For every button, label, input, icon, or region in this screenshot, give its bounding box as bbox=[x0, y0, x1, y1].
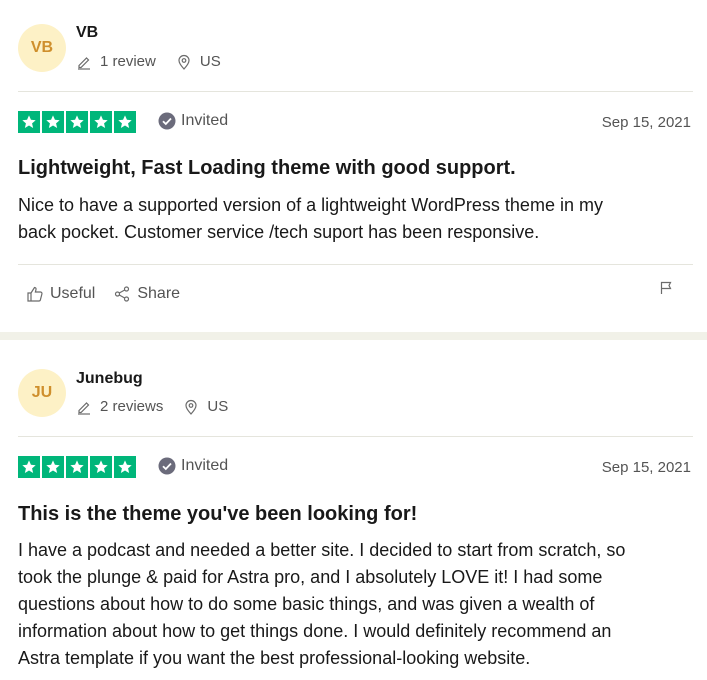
review-count: 1 review bbox=[100, 53, 156, 70]
avatar[interactable]: VB bbox=[18, 24, 66, 72]
review-body: I have a podcast and needed a better sit… bbox=[18, 537, 693, 672]
invited-badge[interactable]: Invited bbox=[158, 457, 228, 475]
avatar[interactable]: JU bbox=[18, 369, 66, 417]
review-date: Sep 15, 2021 bbox=[601, 459, 691, 476]
star-icon bbox=[114, 111, 136, 133]
review-body: Nice to have a supported version of a li… bbox=[18, 192, 693, 246]
review-title[interactable]: This is the theme you've been looking fo… bbox=[18, 503, 417, 526]
review-body-line: Astra template if you want the best prof… bbox=[18, 648, 531, 668]
review-body-line: Nice to have a supported version of a li… bbox=[18, 195, 603, 215]
check-circle-icon bbox=[158, 112, 176, 130]
card-separator bbox=[0, 332, 707, 340]
share-label: Share bbox=[137, 285, 181, 302]
review-body-line: information about how to get things done… bbox=[18, 621, 612, 641]
location-pin-icon bbox=[183, 399, 199, 415]
check-circle-icon bbox=[158, 457, 176, 475]
thumbs-up-icon bbox=[26, 285, 44, 303]
review-body-line: questions about how to do some basic thi… bbox=[18, 594, 595, 614]
star-icon bbox=[66, 111, 88, 133]
divider bbox=[18, 91, 693, 92]
share-icon bbox=[113, 285, 131, 303]
star-icon bbox=[114, 456, 136, 478]
invited-label: Invited bbox=[181, 112, 229, 129]
flag-icon[interactable] bbox=[659, 281, 673, 295]
reviewer-name[interactable]: VB bbox=[76, 24, 98, 42]
useful-label: Useful bbox=[50, 285, 96, 302]
review-card: JU Junebug 2 reviews US Invited Sep 15, … bbox=[0, 340, 707, 680]
invited-label: Invited bbox=[181, 457, 229, 474]
divider bbox=[18, 436, 693, 437]
review-date: Sep 15, 2021 bbox=[601, 114, 691, 131]
review-body-line: took the plunge & paid for Astra pro, an… bbox=[18, 567, 603, 587]
review-body-line: back pocket. Customer service /tech supo… bbox=[18, 222, 540, 242]
pencil-icon bbox=[76, 399, 92, 415]
star-icon bbox=[90, 111, 112, 133]
divider bbox=[18, 264, 693, 265]
review-count: 2 reviews bbox=[100, 398, 164, 415]
review-title[interactable]: Lightweight, Fast Loading theme with goo… bbox=[18, 157, 516, 180]
review-body-line: I have a podcast and needed a better sit… bbox=[18, 540, 626, 560]
pencil-icon bbox=[76, 54, 92, 70]
star-icon bbox=[66, 456, 88, 478]
invited-badge[interactable]: Invited bbox=[158, 112, 228, 130]
star-rating bbox=[18, 111, 136, 133]
star-icon bbox=[90, 456, 112, 478]
share-button[interactable]: Share bbox=[113, 285, 180, 303]
reviewer-meta: 2 reviews US bbox=[76, 398, 228, 415]
star-icon bbox=[18, 456, 40, 478]
location-pin-icon bbox=[176, 54, 192, 70]
useful-button[interactable]: Useful bbox=[26, 285, 95, 303]
star-icon bbox=[18, 111, 40, 133]
country: US bbox=[199, 53, 221, 70]
country: US bbox=[207, 398, 229, 415]
reviewer-meta: 1 review US bbox=[76, 53, 221, 70]
star-rating bbox=[18, 456, 136, 478]
star-icon bbox=[42, 111, 64, 133]
star-icon bbox=[42, 456, 64, 478]
reviewer-name[interactable]: Junebug bbox=[76, 370, 143, 388]
review-card: VB VB 1 review US Invited Sep 15, 2021 L… bbox=[0, 0, 707, 332]
review-actions: Useful Share bbox=[26, 285, 198, 303]
